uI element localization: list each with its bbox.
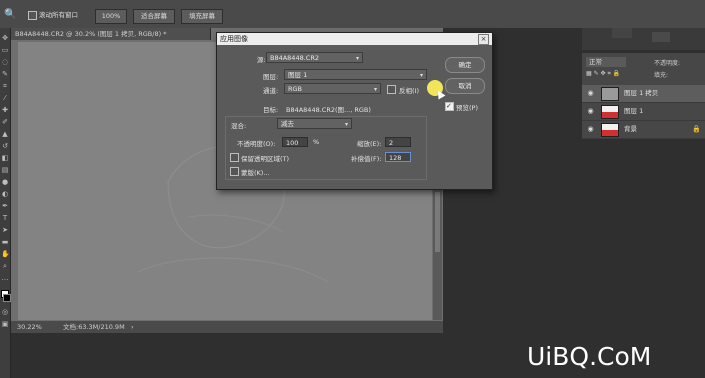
chevron-down-icon: ▾ bbox=[419, 72, 423, 79]
zoom-100-button[interactable]: 100% bbox=[95, 9, 127, 24]
eyedropper-tool-icon[interactable]: ⁄ bbox=[1, 94, 9, 102]
hand-tool-icon[interactable]: ✋ bbox=[1, 250, 10, 258]
status-zoom[interactable]: 30.22% bbox=[17, 321, 42, 333]
swatches-panel bbox=[582, 28, 705, 50]
channel-select-value: RGB bbox=[288, 85, 303, 93]
lasso-tool-icon[interactable]: ◌ bbox=[1, 58, 9, 66]
layer-row[interactable]: ◉ 图层 1 bbox=[582, 103, 705, 121]
mask-label: 蒙版(K)... bbox=[241, 169, 270, 177]
scale-input[interactable]: 2 bbox=[385, 137, 411, 147]
offset-input[interactable]: 128 bbox=[385, 152, 411, 162]
layer-thumbnail bbox=[601, 105, 619, 119]
source-label: 源: bbox=[257, 56, 266, 64]
opacity-label: 不透明度(O): bbox=[237, 140, 276, 148]
layer-thumbnail bbox=[601, 123, 619, 137]
more-tools-icon[interactable]: … bbox=[1, 274, 9, 282]
blending-label: 混合: bbox=[231, 122, 247, 130]
zoom-tool-icon-side[interactable]: ⌕ bbox=[1, 262, 9, 270]
eye-icon[interactable]: ◉ bbox=[586, 107, 595, 116]
blending-select-value: 减去 bbox=[281, 120, 294, 128]
layer-name: 背景 bbox=[624, 125, 637, 133]
scale-label: 缩放(E): bbox=[357, 140, 382, 148]
preview-label: 预览(P) bbox=[456, 104, 478, 112]
layer-label: 图层: bbox=[263, 73, 279, 81]
layer-fill-label: 填充: bbox=[654, 72, 669, 79]
eraser-tool-icon[interactable]: ◧ bbox=[1, 154, 9, 162]
gradient-tool-icon[interactable]: ▤ bbox=[1, 166, 9, 174]
blending-select[interactable]: 减去 ▾ bbox=[277, 118, 352, 129]
layer-thumbnail bbox=[601, 87, 619, 101]
move-tool-icon[interactable]: ✥ bbox=[1, 34, 9, 42]
chevron-down-icon: ▾ bbox=[355, 55, 359, 62]
preserve-transparency-checkbox[interactable] bbox=[230, 153, 239, 162]
layer-name: 图层 1 bbox=[624, 107, 644, 115]
source-select-value: B84A8448.CR2 bbox=[270, 54, 319, 62]
channel-label: 通道: bbox=[263, 87, 279, 95]
healing-tool-icon[interactable]: ✚ bbox=[1, 106, 9, 114]
preserve-transparency-label: 保留透明区域(T) bbox=[241, 155, 290, 163]
scroll-all-windows-label: 滚动所有窗口 bbox=[39, 11, 78, 19]
zoom-tool-icon[interactable]: 🔍 bbox=[4, 8, 18, 22]
status-bar: 30.22% 文档:63.3M/210.9M › bbox=[11, 321, 443, 333]
dodge-tool-icon[interactable]: ◐ bbox=[1, 190, 9, 198]
ok-button[interactable]: 确定 bbox=[445, 57, 485, 73]
stamp-tool-icon[interactable]: ▲ bbox=[1, 130, 9, 138]
status-doc-size: 文档:63.3M/210.9M bbox=[63, 323, 125, 331]
chevron-down-icon: ▾ bbox=[344, 121, 348, 128]
quick-select-tool-icon[interactable]: ✎ bbox=[1, 70, 9, 78]
apply-image-dialog: 应用图像 × 源: B84A8448.CR2 ▾ 图层: 图层 1 ▾ 通道: RG… bbox=[216, 32, 493, 190]
channel-select[interactable]: RGB ▾ bbox=[284, 83, 381, 94]
scroll-all-windows-checkbox[interactable] bbox=[28, 11, 37, 20]
lock-icons[interactable]: ▦ ✎ ✥ ⌗ 🔒 bbox=[586, 70, 620, 78]
fit-screen-button[interactable]: 适合屏幕 bbox=[133, 9, 175, 24]
chevron-down-icon: ▾ bbox=[373, 86, 377, 93]
layer-opacity-label: 不透明度: bbox=[654, 60, 681, 67]
pen-tool-icon[interactable]: ✒ bbox=[1, 202, 9, 210]
layer-row[interactable]: ◉ 背景 🔒 bbox=[582, 121, 705, 139]
layers-panel: 正常 不透明度: 填充: ▦ ✎ ✥ ⌗ 🔒 ◉ 图层 1 拷贝 ◉ 图层 1 … bbox=[582, 53, 705, 139]
blur-tool-icon[interactable]: ● bbox=[1, 178, 9, 186]
status-arrow-icon[interactable]: › bbox=[131, 321, 134, 333]
opacity-unit: % bbox=[313, 138, 320, 146]
invert-label: 反相(I) bbox=[399, 87, 419, 95]
background-color-swatch[interactable] bbox=[3, 294, 11, 302]
marquee-tool-icon[interactable]: ▭ bbox=[1, 46, 9, 54]
layer-row[interactable]: ◉ 图层 1 拷贝 bbox=[582, 85, 705, 103]
cancel-button[interactable]: 取消 bbox=[445, 78, 485, 94]
target-label: 目标: bbox=[263, 106, 279, 114]
options-bar: 🔍 滚动所有窗口 100% 适合屏幕 填充屏幕 bbox=[0, 0, 705, 29]
type-tool-icon[interactable]: T bbox=[1, 214, 9, 222]
eye-icon[interactable]: ◉ bbox=[586, 125, 595, 134]
offset-label: 补偿值(F): bbox=[351, 155, 382, 163]
path-select-tool-icon[interactable]: ➤ bbox=[1, 226, 9, 234]
eye-icon[interactable]: ◉ bbox=[586, 89, 595, 98]
document-tab[interactable]: B84A8448.CR2 @ 30.2% (图层 1 拷贝, RGB/8) * bbox=[11, 28, 211, 40]
history-brush-tool-icon[interactable]: ↺ bbox=[1, 142, 9, 150]
watermark-text: UiBQ.CoM bbox=[527, 342, 652, 371]
invert-checkbox[interactable] bbox=[387, 85, 396, 94]
lock-icon: 🔒 bbox=[692, 125, 701, 133]
close-icon[interactable]: × bbox=[478, 34, 489, 45]
preview-checkbox[interactable] bbox=[445, 102, 454, 111]
source-select[interactable]: B84A8448.CR2 ▾ bbox=[266, 52, 363, 63]
target-value: B84A8448.CR2(图..., RGB) bbox=[286, 106, 371, 114]
shape-tool-icon[interactable]: ▬ bbox=[1, 238, 9, 246]
screen-mode-icon[interactable]: ▣ bbox=[1, 320, 9, 328]
tools-panel: ✥ ▭ ◌ ✎ ⌗ ⁄ ✚ ✐ ▲ ↺ ◧ ▤ ● ◐ ✒ T ➤ ▬ ✋ ⌕ … bbox=[0, 28, 11, 378]
fill-screen-button[interactable]: 填充屏幕 bbox=[181, 9, 223, 24]
blend-mode-select[interactable]: 正常 bbox=[586, 57, 626, 67]
layer-select[interactable]: 图层 1 ▾ bbox=[284, 69, 427, 80]
quick-mask-icon[interactable]: ◎ bbox=[1, 308, 9, 316]
layer-select-value: 图层 1 bbox=[288, 71, 308, 79]
dialog-title: 应用图像 bbox=[217, 33, 492, 45]
brush-tool-icon[interactable]: ✐ bbox=[1, 118, 9, 126]
mask-checkbox[interactable] bbox=[230, 167, 239, 176]
opacity-input[interactable]: 100 bbox=[282, 137, 308, 147]
crop-tool-icon[interactable]: ⌗ bbox=[1, 82, 9, 90]
layer-name: 图层 1 拷贝 bbox=[624, 89, 659, 97]
scrollbar-thumb[interactable] bbox=[435, 192, 440, 252]
